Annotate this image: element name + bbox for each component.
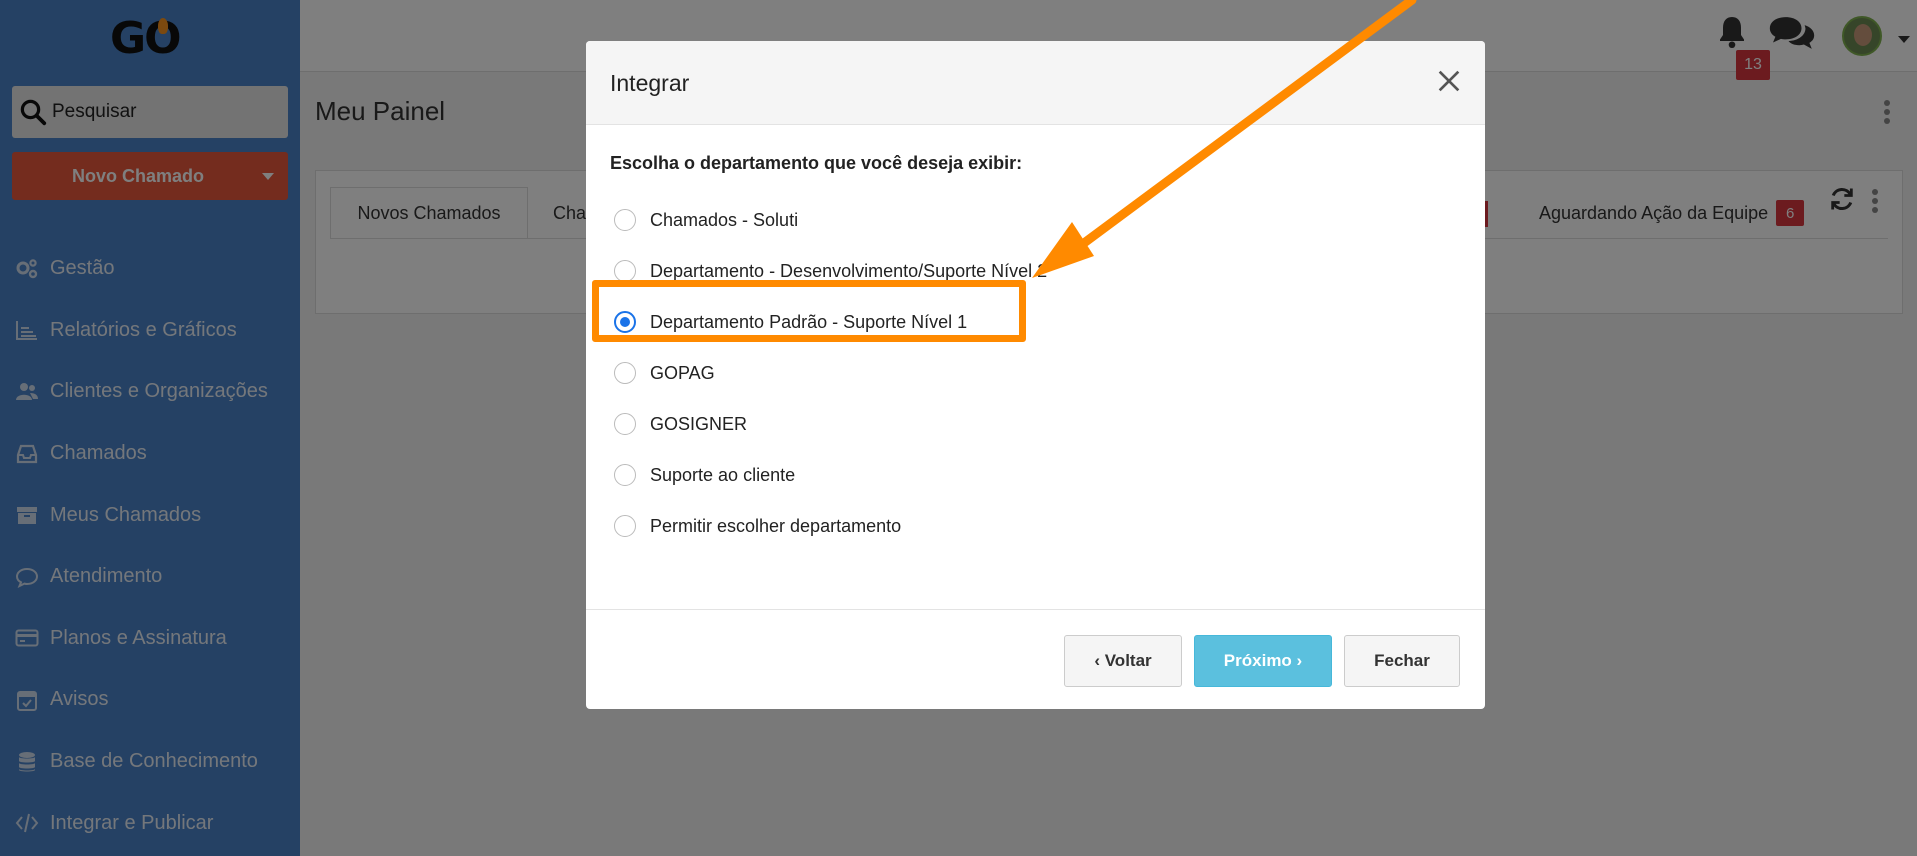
radio-option-gosigner[interactable]: GOSIGNER [614, 410, 747, 438]
modal-header: Integrar [586, 41, 1485, 125]
radio-label: Permitir escolher departamento [650, 515, 902, 536]
highlight-box [592, 280, 1026, 342]
radio-button[interactable] [614, 260, 636, 282]
next-button[interactable]: Próximo › [1194, 635, 1332, 687]
radio-label: Departamento - Desenvolvimento/Suporte N… [650, 260, 1048, 281]
radio-label: Suporte ao cliente [650, 464, 796, 485]
radio-label: Chamados - Soluti [650, 209, 799, 230]
radio-button[interactable] [614, 464, 636, 486]
modal-title: Integrar [610, 70, 690, 96]
modal-footer: ‹ Voltar Próximo › Fechar [586, 609, 1485, 709]
close-button[interactable]: Fechar [1344, 635, 1460, 687]
radio-option-suporte-cliente[interactable]: Suporte ao cliente [614, 461, 795, 489]
radio-button[interactable] [614, 362, 636, 384]
modal-body: Escolha o departamento que você deseja e… [586, 125, 1485, 609]
radio-button[interactable] [614, 515, 636, 537]
radio-option-gopag[interactable]: GOPAG [614, 359, 715, 387]
radio-option-permitir-escolher[interactable]: Permitir escolher departamento [614, 512, 901, 540]
radio-label: GOPAG [650, 362, 715, 383]
radio-label: GOSIGNER [650, 413, 748, 434]
back-button[interactable]: ‹ Voltar [1064, 635, 1182, 687]
radio-button[interactable] [614, 413, 636, 435]
radio-button[interactable] [614, 209, 636, 231]
department-question: Escolha o departamento que você deseja e… [610, 153, 1023, 173]
radio-option-chamados-soluti[interactable]: Chamados - Soluti [614, 206, 798, 234]
close-icon[interactable] [1433, 65, 1465, 97]
integrate-dialog: Integrar Escolha o departamento que você… [586, 41, 1485, 709]
